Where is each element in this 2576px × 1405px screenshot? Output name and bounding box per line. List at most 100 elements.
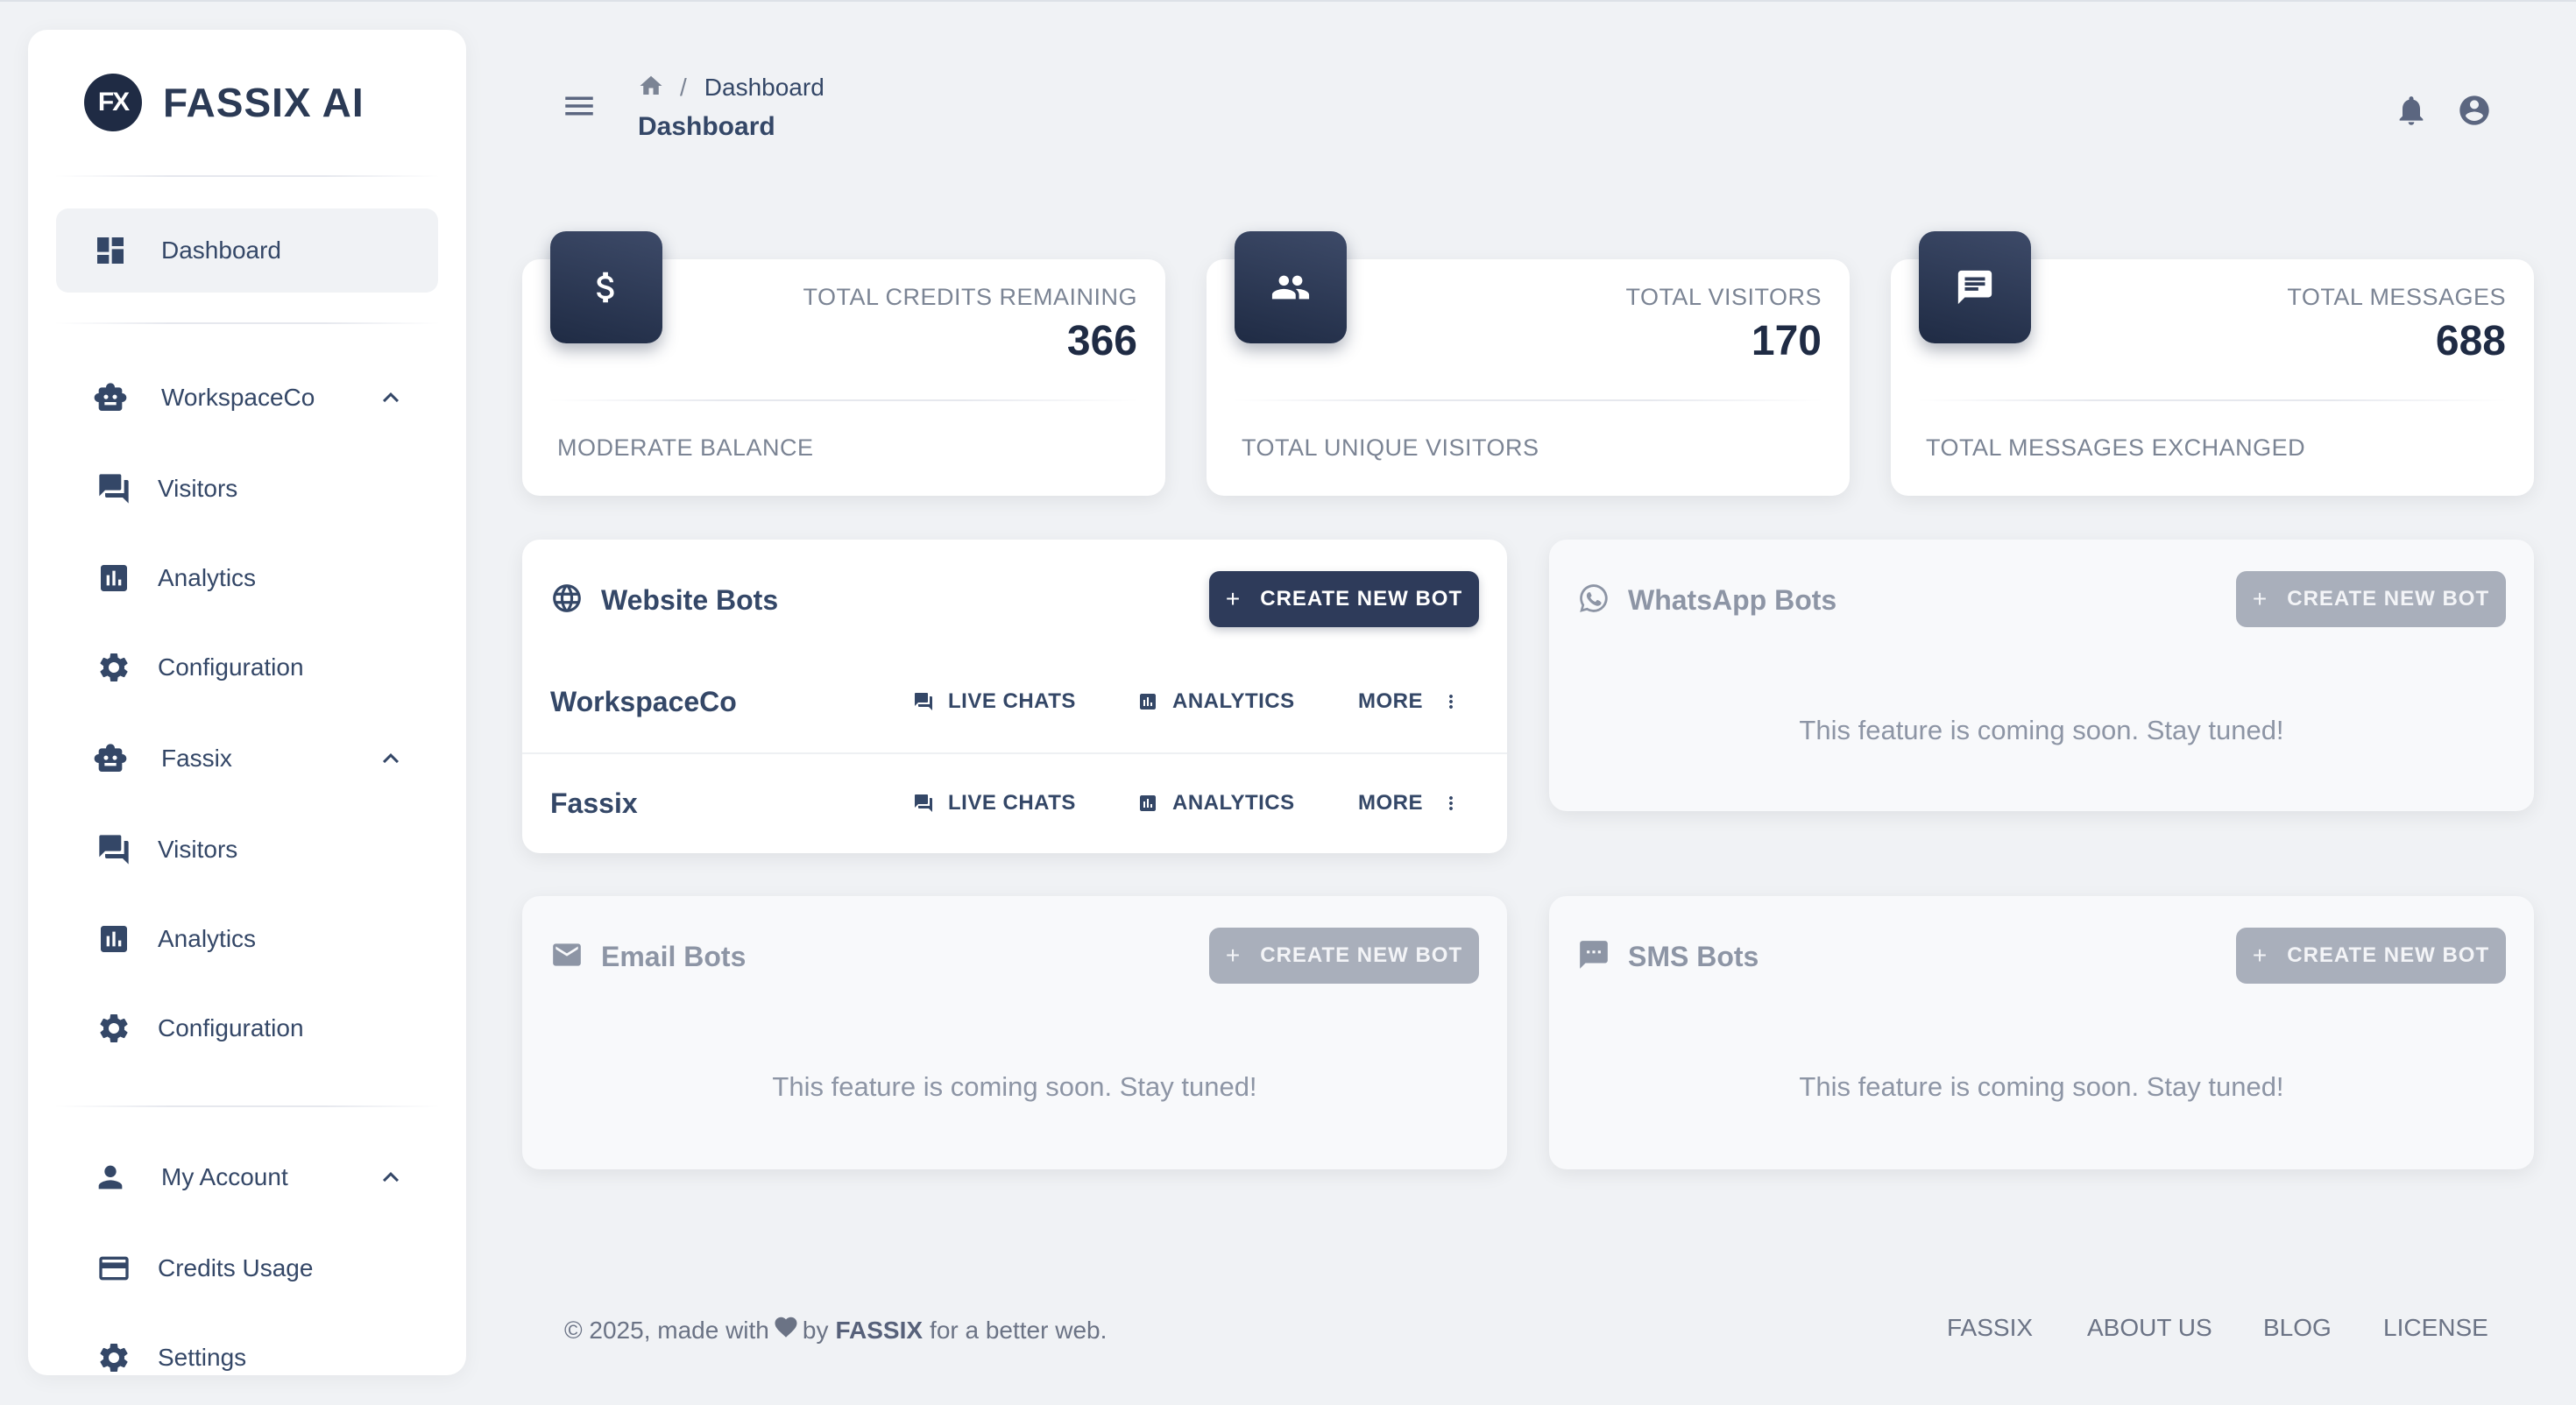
brand[interactable]: FX FASSIX AI [84,74,364,131]
coming-soon-message: This feature is coming soon. Stay tuned! [1799,715,2284,745]
button-label: LIVE CHATS [948,689,1076,713]
forum-icon [93,468,135,510]
button-label: LIVE CHATS [948,791,1076,815]
chevron-up-icon[interactable] [375,1161,407,1193]
breadcrumb-current: Dashboard [704,74,824,101]
chart-icon [1137,793,1158,814]
stat-divider [1917,399,2508,401]
footer-brand-link[interactable]: FASSIX [835,1317,923,1345]
card-title: WhatsApp Bots [1628,584,1837,616]
live-chats-button[interactable]: LIVE CHATS [913,791,1076,815]
bot-name: Fassix [550,787,638,819]
home-icon[interactable] [638,73,664,103]
sms-icon [1577,938,1610,976]
plus-icon: + [1225,585,1242,612]
live-chats-button[interactable]: LIVE CHATS [913,689,1076,714]
footer-suffix: for a better web. [930,1316,1108,1344]
stat-card-visitors: TOTAL VISITORS 170 TOTAL UNIQUE VISITORS [1207,231,1850,496]
create-new-bot-button[interactable]: + CREATE NEW BOT [1209,571,1479,627]
sidebar-item-workspaceco[interactable]: WorkspaceCo [56,356,438,440]
email-bots-card: Email Bots + CREATE NEW BOT This feature… [522,896,1507,1169]
bell-icon[interactable] [2394,93,2429,128]
chart-icon [93,557,135,599]
heart-icon [769,1314,803,1346]
sidebar-item-dashboard[interactable]: Dashboard [56,208,438,293]
breadcrumb-separator: / [680,74,687,101]
gear-icon [93,1337,135,1375]
sidebar-item-configuration[interactable]: Configuration [56,986,438,1070]
account-circle-icon[interactable] [2457,93,2492,128]
footer-link-about-us[interactable]: ABOUT US [2087,1314,2212,1342]
button-label: CREATE NEW BOT [2287,943,2490,967]
sidebar-item-fassix[interactable]: Fassix [56,717,438,801]
more-button[interactable]: MORE [1358,791,1461,815]
sms-bots-card: SMS Bots + CREATE NEW BOT This feature i… [1549,896,2534,1169]
button-label: MORE [1358,791,1423,815]
sidebar-item-label: Analytics [158,925,257,952]
sidebar-item-configuration[interactable]: Configuration [56,625,438,710]
chart-icon [93,918,135,960]
more-vert-icon [1440,793,1461,814]
page-title: Dashboard [638,112,775,141]
create-new-bot-button[interactable]: + CREATE NEW BOT [1209,928,1479,984]
sidebar-divider [54,175,440,177]
sidebar-divider [54,322,440,324]
sidebar: FX FASSIX AI Dashboard WorkspaceCo Visit… [28,30,466,1375]
card-header: Email Bots [550,938,746,976]
chart-icon [1137,691,1158,712]
robot-icon [89,738,131,780]
sidebar-item-label: Analytics [158,564,257,591]
plus-icon: + [1225,942,1242,969]
analytics-button[interactable]: ANALYTICS [1137,791,1295,815]
sidebar-item-credits-usage[interactable]: Credits Usage [56,1226,438,1310]
footer-link-license[interactable]: LICENSE [2383,1314,2488,1342]
more-button[interactable]: MORE [1358,689,1461,714]
sidebar-item-visitors[interactable]: Visitors [56,447,438,531]
sidebar-item-label: Configuration [158,1014,304,1041]
sidebar-item-analytics[interactable]: Analytics [56,536,438,620]
people-icon [1235,231,1347,343]
button-label: CREATE NEW BOT [1260,587,1463,611]
menu-icon[interactable] [561,88,598,124]
brand-name: FASSIX AI [163,80,364,125]
button-label: CREATE NEW BOT [2287,587,2490,611]
create-new-bot-button[interactable]: + CREATE NEW BOT [2236,571,2506,627]
chevron-up-icon[interactable] [375,382,407,413]
coming-soon-message: This feature is coming soon. Stay tuned! [772,1071,1257,1102]
robot-icon [89,377,131,419]
dashboard-icon [89,229,131,272]
brand-logo: FX [84,74,142,131]
stat-footer: TOTAL UNIQUE VISITORS [1242,434,1539,461]
bot-name: WorkspaceCo [550,685,737,717]
chevron-up-icon[interactable] [375,743,407,774]
button-label: CREATE NEW BOT [1260,943,1463,967]
card-header: WhatsApp Bots [1577,582,1836,619]
footer-link-fassix[interactable]: FASSIX [1947,1314,2033,1342]
stat-label: TOTAL VISITORS [1625,284,1822,310]
gear-icon [93,1007,135,1049]
sidebar-item-my-account[interactable]: My Account [56,1135,438,1219]
sidebar-item-label: Settings [158,1344,247,1371]
sidebar-item-settings[interactable]: Settings [56,1316,438,1375]
coming-soon-message: This feature is coming soon. Stay tuned! [1799,1071,2284,1102]
card-header: SMS Bots [1577,938,1759,976]
stat-label: TOTAL MESSAGES [2287,284,2506,310]
button-label: ANALYTICS [1172,689,1295,713]
sidebar-item-analytics[interactable]: Analytics [56,897,438,981]
forum-icon [913,691,934,712]
card-header: Website Bots [550,582,778,619]
stat-divider [1233,399,1823,401]
card-title: Website Bots [601,584,779,616]
button-label: ANALYTICS [1172,791,1295,815]
analytics-button[interactable]: ANALYTICS [1137,689,1295,714]
create-new-bot-button[interactable]: + CREATE NEW BOT [2236,928,2506,984]
sidebar-divider [54,1105,440,1107]
stat-value: 170 [1751,318,1822,364]
stat-label: TOTAL CREDITS REMAINING [803,284,1137,310]
sidebar-item-visitors[interactable]: Visitors [56,808,438,892]
sidebar-item-label: Visitors [158,475,238,502]
plus-icon: + [2252,942,2268,969]
stat-card-messages: TOTAL MESSAGES 688 TOTAL MESSAGES EXCHAN… [1891,231,2534,496]
card-title: Email Bots [601,941,747,972]
footer-link-blog[interactable]: BLOG [2263,1314,2332,1342]
